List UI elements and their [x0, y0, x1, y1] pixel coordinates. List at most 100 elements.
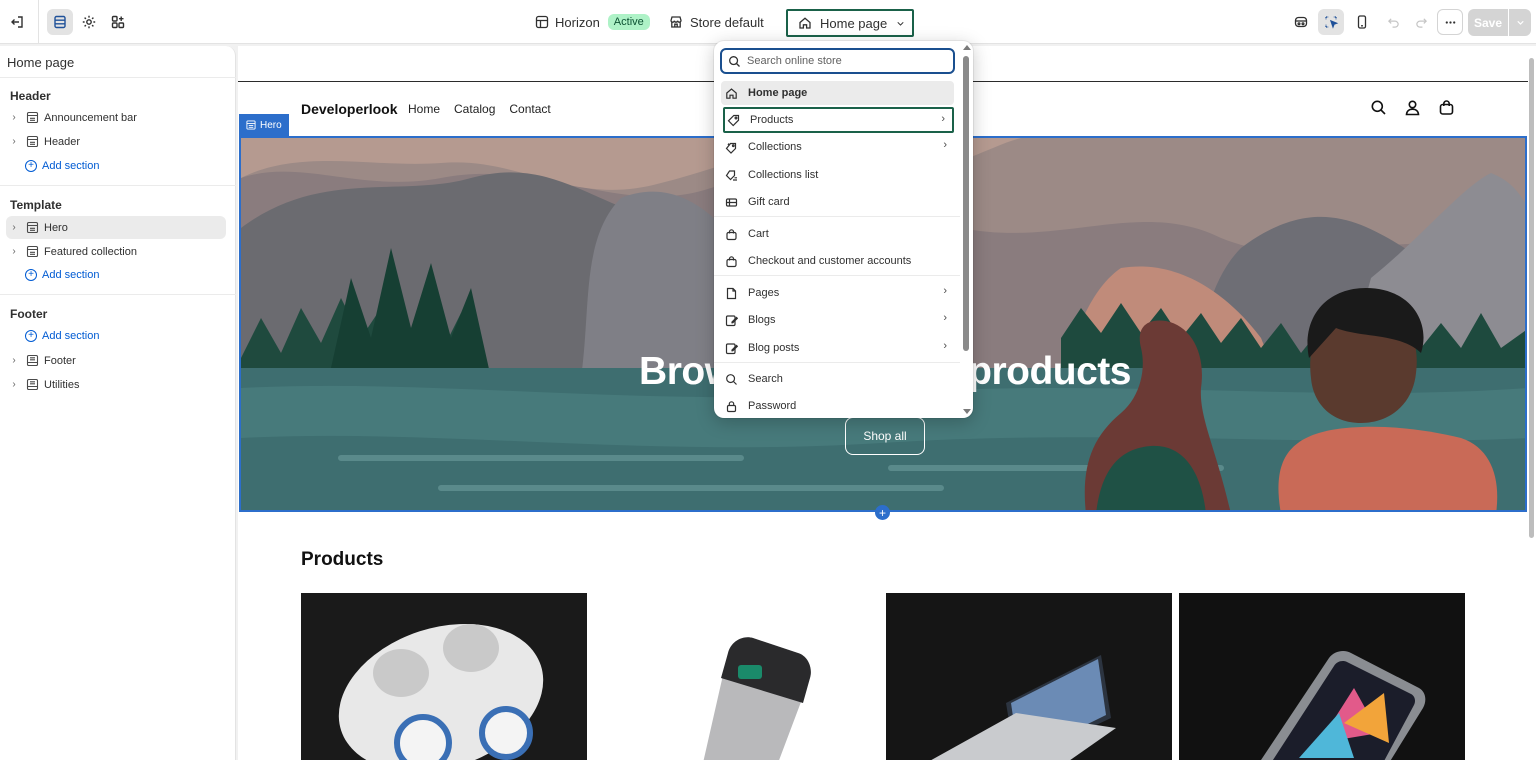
exit-button[interactable] [4, 9, 30, 35]
add-section-button[interactable]: + Add section [25, 326, 99, 346]
sidebar-item-featured-collection[interactable]: › Featured collection [6, 240, 226, 263]
menu-item-label: Gift card [748, 196, 790, 208]
bag-icon [726, 228, 737, 240]
save-options-button[interactable] [1509, 9, 1531, 36]
menu-item-home-page[interactable]: Home page [721, 81, 954, 105]
scrollbar-thumb[interactable] [963, 56, 969, 351]
menu-item-pages[interactable]: Pages › [721, 281, 954, 305]
scrollbar-thumb[interactable] [1529, 58, 1534, 538]
hero-section-tag[interactable]: Hero [239, 114, 289, 136]
chevron-down-icon [1516, 20, 1524, 25]
search-field[interactable] [720, 48, 955, 74]
chevron-right-icon[interactable]: › [6, 379, 22, 390]
inspector-button[interactable] [1288, 9, 1314, 35]
store-name: Store default [690, 14, 764, 30]
sidebar-item-announcement-bar[interactable]: › Announcement bar [6, 106, 226, 129]
section-icon [26, 111, 38, 124]
page-selector[interactable]: Home page [786, 9, 914, 37]
gear-icon [82, 15, 96, 29]
mobile-preview-button[interactable] [1349, 9, 1375, 35]
chevron-right-icon: › [941, 113, 945, 125]
product-image [886, 593, 1172, 760]
blog-icon [725, 314, 738, 326]
scroll-down-arrow-icon[interactable] [963, 409, 971, 414]
cursor-select-icon [1325, 16, 1339, 29]
menu-item-label: Password [748, 400, 797, 412]
group-header-heading: Header [10, 89, 51, 103]
theme-selector[interactable]: Horizon Active [535, 12, 650, 32]
add-section-plus-button[interactable]: + [875, 505, 890, 520]
redo-icon [1415, 17, 1427, 28]
sidebar-item-label: Header [44, 135, 81, 148]
more-actions-button[interactable] [1437, 9, 1463, 35]
sidebar-item-label: Hero [44, 221, 68, 234]
editor-topbar: Horizon Active Store default Home page S… [0, 0, 1536, 44]
chevron-right-icon[interactable]: › [6, 112, 22, 123]
menu-item-checkout[interactable]: Checkout and customer accounts [721, 249, 954, 273]
menu-item-label: Pages [748, 287, 780, 299]
menu-item-blogs[interactable]: Blogs › [721, 308, 954, 332]
cart-icon[interactable] [1438, 99, 1455, 116]
nav-link-home[interactable]: Home [408, 102, 440, 116]
menu-item-blog-posts[interactable]: Blog posts › [721, 336, 954, 360]
product-card-earbuds[interactable] [301, 593, 587, 760]
store-logo-text[interactable]: Developerlook [301, 101, 397, 117]
add-section-label: Add section [42, 160, 100, 172]
nav-link-contact[interactable]: Contact [509, 102, 550, 116]
nav-link-catalog[interactable]: Catalog [454, 102, 495, 116]
product-card-power-bank[interactable] [593, 593, 879, 760]
dropdown-scrollbar[interactable] [960, 41, 973, 418]
sidebar-item-utilities[interactable]: › Utilities [6, 373, 226, 396]
add-section-button[interactable]: + Add section [25, 265, 99, 285]
shop-all-button[interactable]: Shop all [845, 417, 925, 455]
product-card-laptop[interactable] [886, 593, 1172, 760]
menu-item-cart[interactable]: Cart [721, 222, 954, 246]
layout-icon [535, 15, 549, 29]
products-heading: Products [301, 549, 384, 570]
footer-section-icon [26, 378, 38, 391]
page-icon [726, 287, 737, 299]
theme-settings-button[interactable] [76, 9, 102, 35]
home-icon [726, 87, 737, 99]
menu-item-collections[interactable]: Collections › [721, 135, 954, 159]
menu-item-products[interactable]: Products › [723, 107, 954, 133]
menu-item-label: Products [750, 114, 794, 126]
tag-icon [727, 114, 740, 126]
chevron-right-icon[interactable]: › [6, 222, 22, 233]
sections-button[interactable] [47, 9, 73, 35]
menu-item-label: Checkout and customer accounts [748, 255, 912, 267]
account-icon[interactable] [1404, 99, 1421, 116]
plus-circle-icon: + [25, 330, 37, 342]
gift-card-icon [725, 197, 738, 207]
menu-item-gift-card[interactable]: Gift card [721, 190, 954, 214]
sidebar-item-label: Footer [44, 354, 76, 367]
undo-button[interactable] [1382, 9, 1404, 35]
redo-button[interactable] [1410, 9, 1432, 35]
sidebar-item-footer[interactable]: › Footer [6, 349, 226, 372]
footer-section-icon [26, 354, 38, 367]
save-button[interactable]: Save [1468, 9, 1508, 36]
chevron-right-icon[interactable]: › [6, 136, 22, 147]
select-element-button[interactable] [1318, 9, 1344, 35]
apps-icon [111, 15, 125, 29]
search-icon[interactable] [1370, 99, 1387, 116]
sidebar-item-hero[interactable]: › Hero [6, 216, 226, 239]
chevron-right-icon[interactable]: › [6, 246, 22, 257]
apps-button[interactable] [105, 9, 131, 35]
collection-list-icon [725, 169, 737, 181]
search-icon [726, 373, 737, 385]
product-card-tablet[interactable] [1179, 593, 1465, 760]
search-input[interactable] [747, 55, 937, 67]
sidebar-item-header[interactable]: › Header [6, 130, 226, 153]
menu-item-search[interactable]: Search [721, 367, 954, 391]
menu-item-collections-list[interactable]: Collections list [721, 163, 954, 187]
search-icon [729, 55, 740, 67]
scroll-up-arrow-icon[interactable] [963, 45, 971, 50]
chevron-right-icon[interactable]: › [6, 355, 22, 366]
page-selector-dropdown: Home page Products › Collections › Colle… [714, 41, 973, 418]
preview-scrollbar[interactable] [1528, 46, 1536, 760]
home-icon [799, 17, 811, 29]
add-section-button[interactable]: + Add section [25, 156, 99, 176]
menu-item-password[interactable]: Password [721, 394, 954, 418]
store-selector[interactable]: Store default [669, 12, 764, 32]
